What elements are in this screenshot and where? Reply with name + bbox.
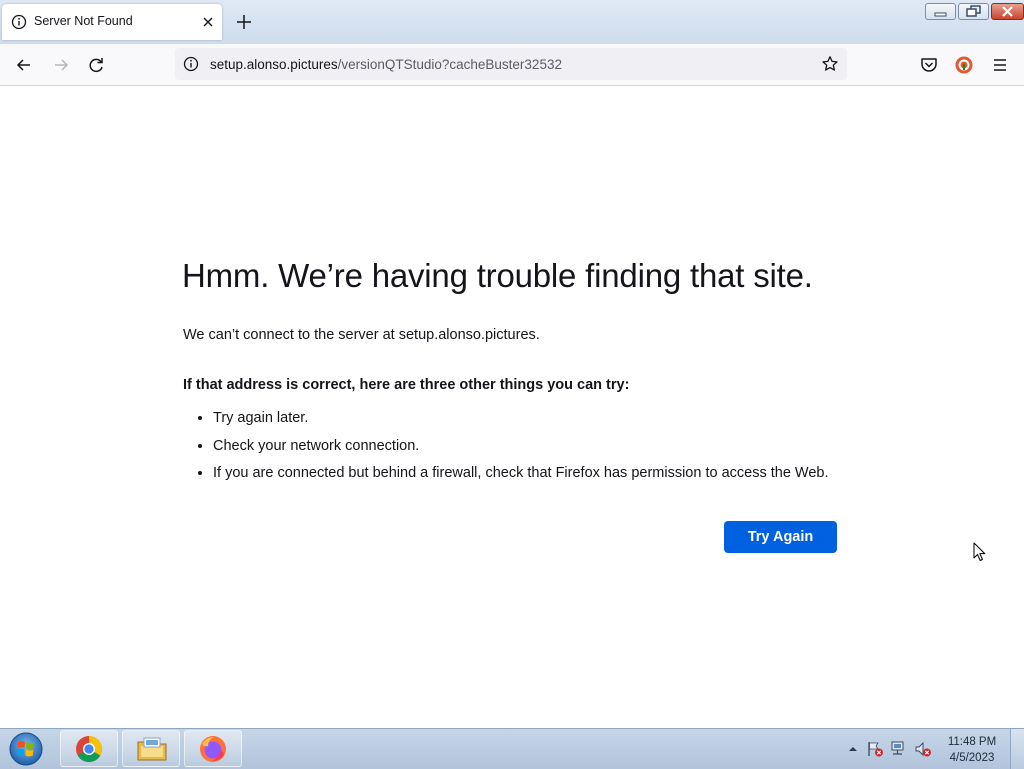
- back-arrow-icon[interactable]: [13, 54, 35, 76]
- duckduckgo-extension-icon[interactable]: [953, 54, 975, 76]
- pocket-icon[interactable]: [918, 54, 940, 76]
- tab-title: Server Not Found: [34, 14, 133, 28]
- network-icon[interactable]: [890, 741, 908, 757]
- url-path: /versionQTStudio?cacheBuster32532: [337, 57, 562, 72]
- taskbar-chrome[interactable]: [60, 730, 118, 767]
- forward-arrow-icon[interactable]: [50, 54, 72, 76]
- show-hidden-icons-icon[interactable]: [844, 741, 862, 757]
- error-description: We can’t connect to the server at setup.…: [183, 327, 540, 343]
- try-again-button[interactable]: Try Again: [724, 521, 837, 553]
- suggestion-item: Check your network connection.: [213, 438, 829, 466]
- taskbar: 11:48 PM 4/5/2023: [0, 728, 1024, 769]
- suggestion-list: Try again later. Check your network conn…: [183, 410, 829, 493]
- suggestion-item: If you are connected but behind a firewa…: [213, 465, 829, 493]
- clock-date: 4/5/2023: [949, 752, 995, 764]
- close-tab-icon[interactable]: [200, 14, 216, 30]
- firefox-icon: [200, 736, 226, 762]
- navigation-toolbar: setup.alonso.pictures/versionQTStudio?ca…: [0, 44, 1024, 86]
- error-subheading: If that address is correct, here are thr…: [183, 377, 630, 393]
- minimize-button[interactable]: [925, 3, 956, 20]
- close-window-button[interactable]: [991, 3, 1024, 20]
- suggestion-item: Try again later.: [213, 410, 829, 438]
- error-page: Hmm. We’re having trouble finding that s…: [0, 86, 1024, 728]
- show-desktop-button[interactable]: [1010, 729, 1024, 769]
- url-host: setup.alonso.pictures: [210, 57, 338, 72]
- url-text[interactable]: setup.alonso.pictures/versionQTStudio?ca…: [210, 57, 562, 72]
- url-bar[interactable]: setup.alonso.pictures/versionQTStudio?ca…: [175, 48, 847, 80]
- tab-strip: Server Not Found: [0, 0, 1024, 44]
- file-explorer-icon: [137, 737, 167, 761]
- mouse-pointer-icon: [973, 542, 986, 561]
- site-info-icon[interactable]: [183, 56, 199, 72]
- start-button[interactable]: [6, 731, 46, 767]
- clock-time: 11:48 PM: [947, 736, 997, 748]
- taskbar-clock[interactable]: 11:48 PM 4/5/2023: [944, 734, 1000, 766]
- bookmark-star-icon[interactable]: [821, 55, 839, 73]
- new-tab-icon[interactable]: [234, 12, 254, 32]
- error-title: Hmm. We’re having trouble finding that s…: [182, 257, 813, 294]
- taskbar-firefox[interactable]: [184, 730, 242, 767]
- tab-server-not-found[interactable]: Server Not Found: [2, 4, 222, 40]
- taskbar-file-explorer[interactable]: [122, 730, 180, 767]
- restore-button[interactable]: [958, 3, 989, 20]
- hamburger-menu-icon[interactable]: [989, 54, 1011, 76]
- system-tray: 11:48 PM 4/5/2023: [840, 729, 1024, 769]
- volume-muted-icon[interactable]: [914, 741, 932, 757]
- action-center-flag-icon[interactable]: [866, 741, 884, 757]
- info-icon: [11, 14, 27, 30]
- chrome-icon: [76, 735, 103, 763]
- reload-icon[interactable]: [85, 54, 107, 76]
